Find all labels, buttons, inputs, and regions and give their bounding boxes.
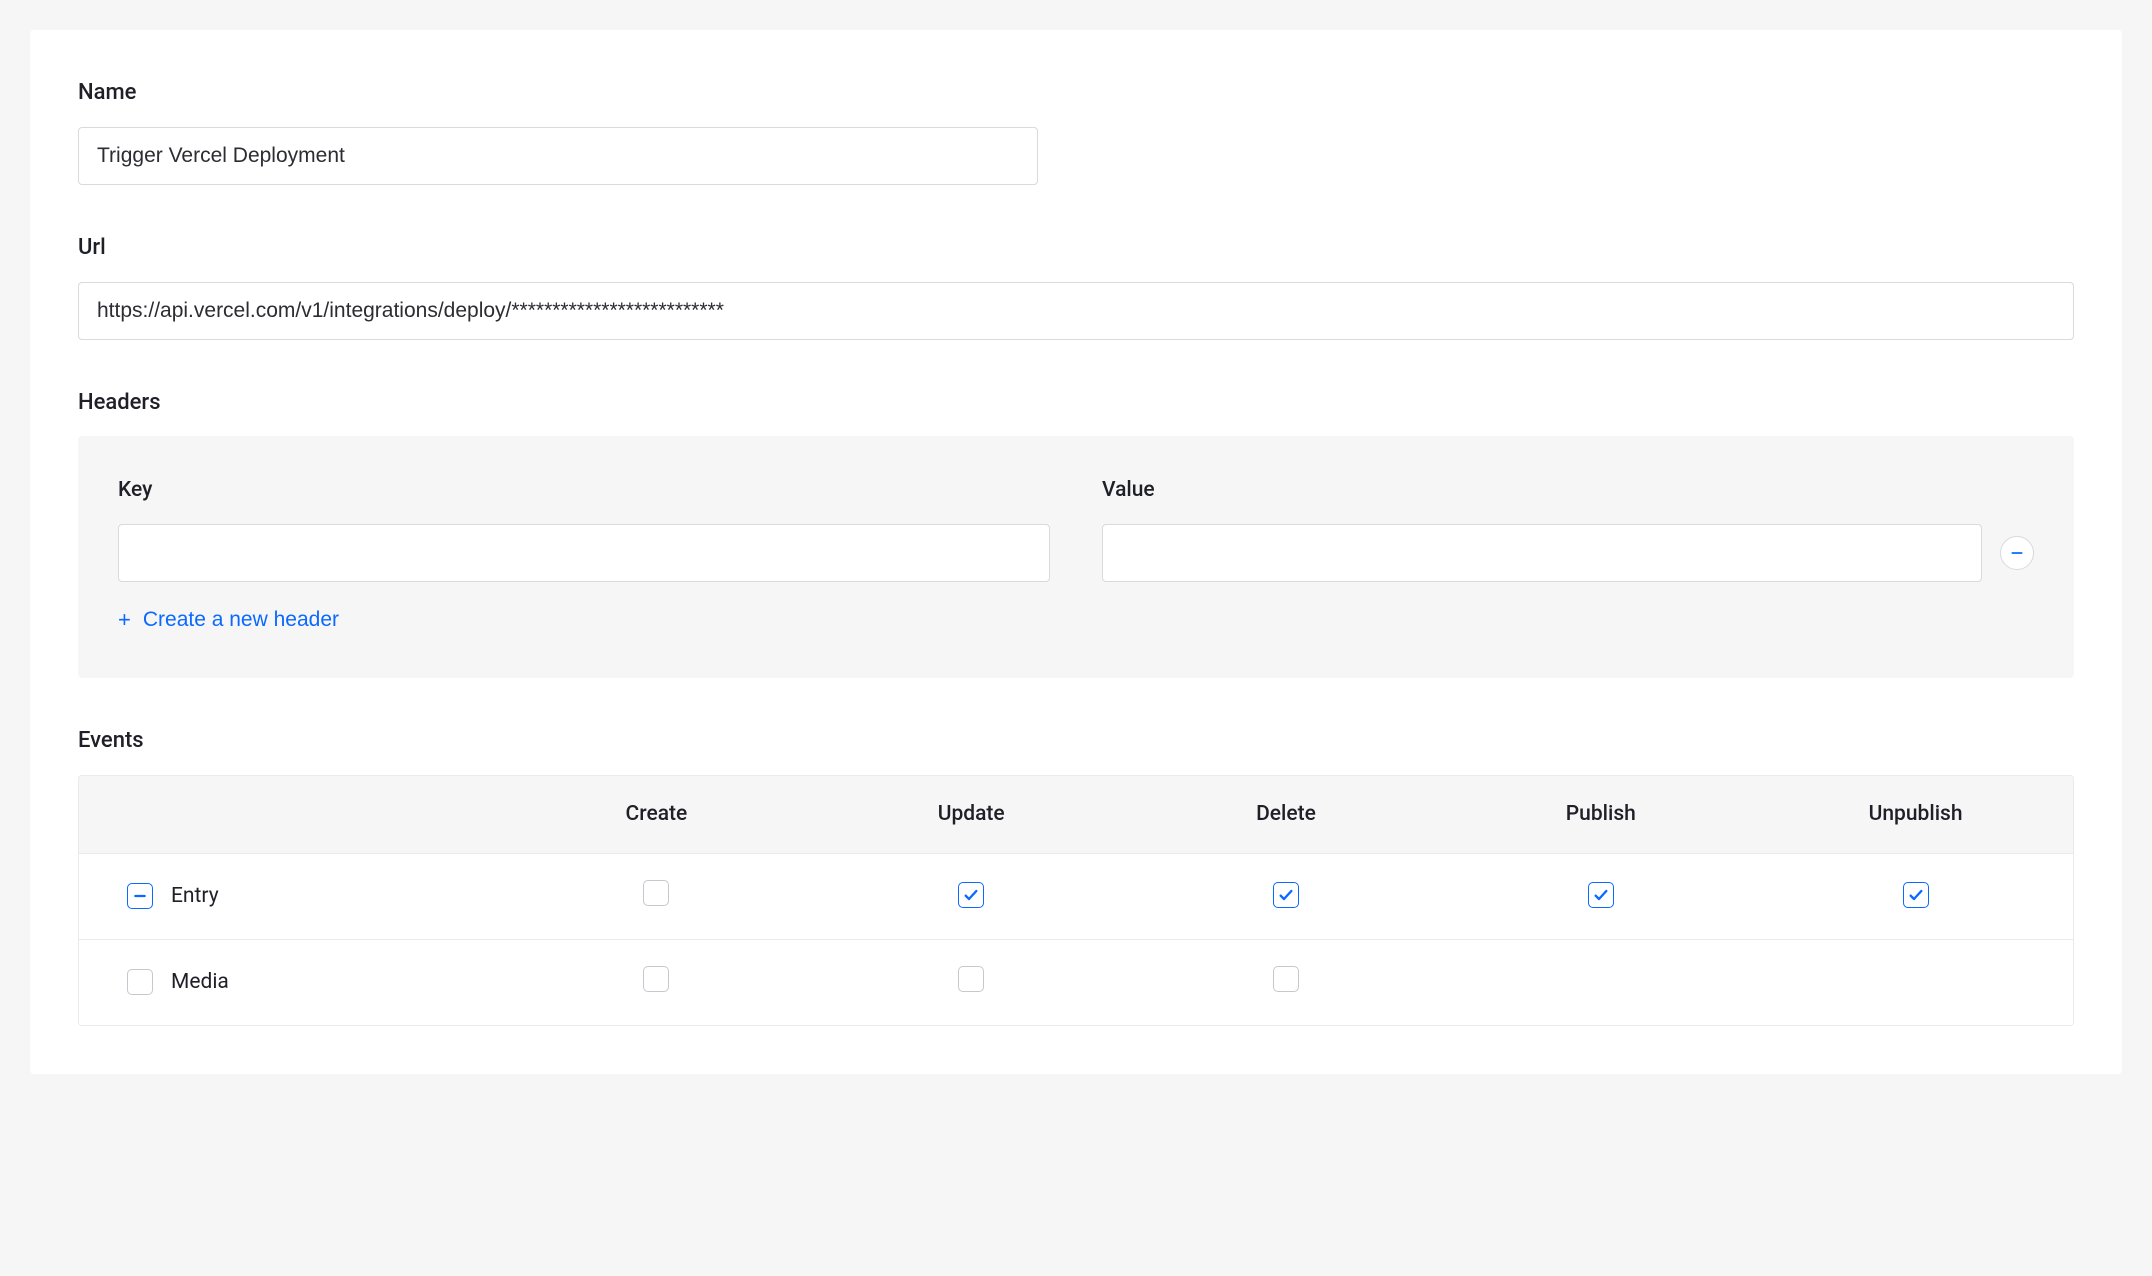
- webhook-form: Name Url Headers Key Value: [30, 30, 2122, 1074]
- headers-value-col: Value: [1102, 476, 2034, 581]
- events-col-update: Update: [814, 776, 1129, 853]
- headers-label: Headers: [78, 388, 2074, 419]
- events-label: Events: [78, 726, 2074, 757]
- events-cell: [814, 940, 1129, 1025]
- events-col-delete: Delete: [1129, 776, 1444, 853]
- events-checkbox[interactable]: [958, 966, 984, 992]
- add-header-label: Create a new header: [143, 608, 339, 632]
- header-value-wrap: [1102, 524, 2034, 582]
- headers-panel: Key Value + Create a new header: [78, 436, 2074, 677]
- headers-value-label: Value: [1102, 476, 2034, 505]
- check-icon: [1593, 887, 1609, 903]
- events-checkbox[interactable]: [1903, 882, 1929, 908]
- events-row-label: Entry: [171, 882, 219, 911]
- events-col-blank: [79, 776, 499, 853]
- events-cell: [1758, 956, 2073, 1008]
- headers-key-label: Key: [118, 476, 1050, 505]
- headers-key-col: Key: [118, 476, 1050, 581]
- headers-group: Headers Key Value +: [78, 388, 2074, 678]
- events-cell: [1443, 856, 1758, 936]
- events-cell: [1443, 956, 1758, 1008]
- events-checkbox[interactable]: [643, 880, 669, 906]
- events-table-head: Create Update Delete Publish Unpublish: [79, 776, 2073, 854]
- headers-row: Key Value: [118, 476, 2034, 581]
- events-row-checkbox[interactable]: [127, 969, 153, 995]
- events-row: Media: [79, 940, 2073, 1025]
- events-group: Events Create Update Delete Publish Unpu…: [78, 726, 2074, 1026]
- events-cell: [499, 854, 814, 939]
- events-col-create: Create: [499, 776, 814, 853]
- minus-icon: [132, 888, 148, 904]
- events-col-publish: Publish: [1443, 776, 1758, 853]
- events-row-label: Media: [171, 968, 229, 997]
- add-header-button[interactable]: + Create a new header: [118, 608, 339, 632]
- events-table: Create Update Delete Publish Unpublish E…: [78, 775, 2074, 1026]
- events-checkbox[interactable]: [958, 882, 984, 908]
- events-checkbox[interactable]: [1588, 882, 1614, 908]
- url-group: Url: [78, 233, 2074, 340]
- check-icon: [1278, 887, 1294, 903]
- events-row-checkbox[interactable]: [127, 883, 153, 909]
- name-group: Name: [78, 78, 2074, 185]
- events-col-unpublish: Unpublish: [1758, 776, 2073, 853]
- url-input[interactable]: [78, 282, 2074, 340]
- events-cell: [1758, 856, 2073, 936]
- events-row: Entry: [79, 854, 2073, 940]
- events-checkbox[interactable]: [643, 966, 669, 992]
- header-key-input[interactable]: [118, 524, 1050, 582]
- check-icon: [1908, 887, 1924, 903]
- minus-icon: [2010, 546, 2024, 560]
- events-cell: [1129, 856, 1444, 936]
- name-input[interactable]: [78, 127, 1038, 185]
- remove-header-button[interactable]: [2000, 536, 2034, 570]
- check-icon: [963, 887, 979, 903]
- events-checkbox[interactable]: [1273, 966, 1299, 992]
- events-cell: [814, 856, 1129, 936]
- events-cell: [499, 940, 814, 1025]
- events-cell: [1129, 940, 1444, 1025]
- header-value-input[interactable]: [1102, 524, 1982, 582]
- plus-icon: +: [118, 609, 131, 631]
- events-row-head: Entry: [79, 856, 499, 937]
- url-label: Url: [78, 233, 2074, 264]
- events-row-head: Media: [79, 942, 499, 1023]
- events-checkbox[interactable]: [1273, 882, 1299, 908]
- name-label: Name: [78, 78, 2074, 109]
